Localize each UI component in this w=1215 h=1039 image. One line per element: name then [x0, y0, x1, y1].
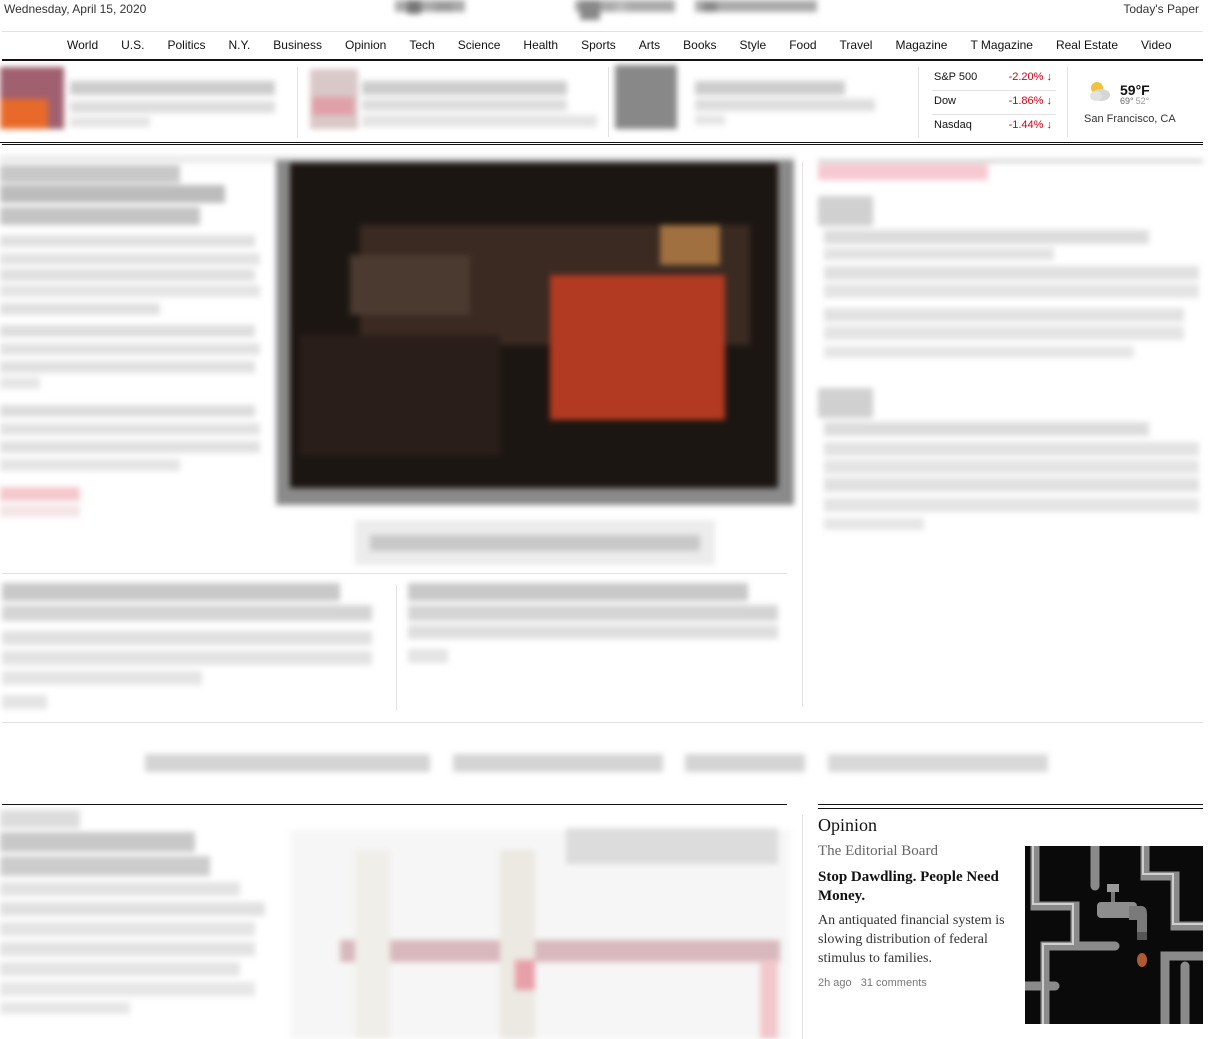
related-links-redacted[interactable] — [140, 748, 1055, 778]
opinion-headline[interactable]: Stop Dawdling. People Need Money. — [818, 868, 1018, 906]
right-column-stories-redacted[interactable] — [818, 158, 1203, 558]
column-divider — [396, 585, 397, 710]
opinion-byline: The Editorial Board — [818, 843, 938, 859]
current-date: Wednesday, April 15, 2020 — [4, 2, 147, 16]
opinion-illustration[interactable] — [1025, 846, 1203, 1024]
nav-item-science[interactable]: Science — [458, 38, 501, 52]
ribbon-divider — [918, 67, 919, 137]
nav-item-magazine[interactable]: Magazine — [895, 38, 947, 52]
pipes-faucet-illustration — [1025, 846, 1203, 1024]
opinion-comments-link[interactable]: 31 comments — [861, 977, 927, 989]
market-row-sp500: S&P 500 -2.20% ↓ — [932, 67, 1056, 91]
market-change: -1.86% ↓ — [1008, 95, 1053, 107]
nav-item-business[interactable]: Business — [273, 38, 322, 52]
market-name: Dow — [934, 95, 957, 107]
opinion-meta: 2h ago 31 comments — [818, 977, 927, 989]
markets-widget[interactable]: S&P 500 -2.20% ↓ Dow -1.86% ↓ Nasdaq -1.… — [932, 67, 1056, 139]
nav-item-travel[interactable]: Travel — [840, 38, 873, 52]
lower-story-redacted[interactable] — [0, 810, 790, 1039]
weather-location: San Francisco, CA — [1084, 113, 1176, 125]
market-name: S&P 500 — [934, 71, 978, 83]
section-nav: World U.S. Politics N.Y. Business Opinio… — [2, 31, 1203, 61]
todays-paper-link[interactable]: Today's Paper — [1123, 2, 1199, 16]
nav-item-health[interactable]: Health — [523, 38, 558, 52]
column-divider — [802, 815, 803, 1039]
nav-item-opinion[interactable]: Opinion — [345, 38, 386, 52]
nav-item-food[interactable]: Food — [789, 38, 816, 52]
nav-item-ny[interactable]: N.Y. — [228, 38, 250, 52]
ribbon-divider — [608, 67, 609, 137]
nav-item-arts[interactable]: Arts — [639, 38, 660, 52]
nav-item-us[interactable]: U.S. — [121, 38, 144, 52]
lead-story-redacted[interactable] — [0, 155, 800, 715]
opinion-rule — [818, 808, 1203, 809]
market-change: -1.44% ↓ — [1008, 119, 1053, 131]
opinion-section-label[interactable]: Opinion — [818, 815, 877, 836]
nav-item-world[interactable]: World — [67, 38, 98, 52]
market-row-nasdaq: Nasdaq -1.44% ↓ — [932, 115, 1056, 139]
ribbon-stories-redacted[interactable] — [0, 63, 915, 143]
lead-rule — [2, 573, 787, 574]
partly-cloudy-icon — [1090, 82, 1110, 101]
ribbon-rule — [2, 144, 1203, 145]
masthead-logo[interactable] — [385, 0, 820, 22]
temp-low: 52° — [1135, 96, 1150, 106]
down-arrow-icon: ↓ — [1046, 119, 1053, 131]
column-divider — [802, 162, 803, 707]
section-rule — [2, 804, 787, 805]
nav-item-real-estate[interactable]: Real Estate — [1056, 38, 1118, 52]
ribbon-divider — [1067, 67, 1068, 137]
opinion-summary: An antiquated financial system is slowin… — [818, 913, 1005, 966]
nav-item-politics[interactable]: Politics — [167, 38, 205, 52]
nav-item-sports[interactable]: Sports — [581, 38, 616, 52]
market-row-dow: Dow -1.86% ↓ — [932, 91, 1056, 115]
opinion-timestamp: 2h ago — [818, 977, 852, 989]
market-name: Nasdaq — [934, 119, 972, 131]
nav-item-t-magazine[interactable]: T Magazine — [970, 38, 1032, 52]
down-arrow-icon: ↓ — [1046, 95, 1053, 107]
ribbon-divider — [297, 67, 298, 137]
nav-item-books[interactable]: Books — [683, 38, 716, 52]
nav-item-video[interactable]: Video — [1141, 38, 1171, 52]
section-rule — [2, 722, 1203, 723]
nav-item-tech[interactable]: Tech — [409, 38, 434, 52]
temp-range: 69° 52° — [1120, 96, 1149, 106]
temp-high: 69° — [1120, 96, 1134, 106]
nav-item-style[interactable]: Style — [740, 38, 767, 52]
market-change: -2.20% ↓ — [1008, 71, 1053, 83]
down-arrow-icon: ↓ — [1046, 71, 1053, 83]
opinion-rule — [818, 804, 1203, 805]
